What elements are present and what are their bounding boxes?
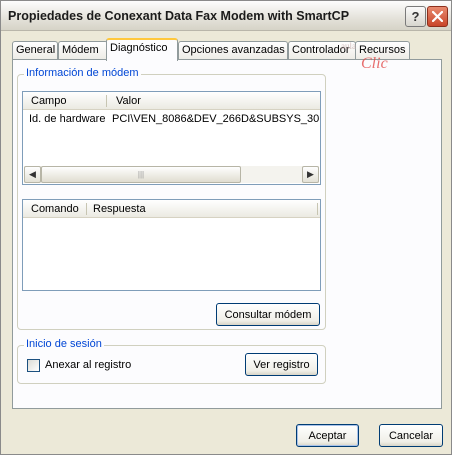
- row-campo: Id. de hardware: [29, 113, 106, 125]
- scroll-thumb[interactable]: |||: [41, 166, 241, 183]
- anexar-registro-label[interactable]: Anexar al registro: [45, 359, 131, 371]
- response-header: Comando Respuesta: [23, 200, 320, 218]
- column-valor[interactable]: Valor: [116, 95, 141, 107]
- help-button[interactable]: ?: [405, 6, 426, 27]
- title-bar[interactable]: Propiedades de Conexant Data Fax Modem w…: [1, 1, 451, 31]
- column-divider[interactable]: [317, 203, 318, 215]
- column-campo[interactable]: Campo: [31, 95, 66, 107]
- scroll-right-icon: ▶: [307, 169, 314, 179]
- scroll-left-button[interactable]: ◀: [24, 166, 41, 183]
- modem-info-legend: Información de módem: [24, 67, 141, 79]
- modem-info-group: Información de módem Campo Valor Id. de …: [17, 67, 326, 330]
- response-list[interactable]: Comando Respuesta: [22, 199, 321, 291]
- diagnostico-panel: Información de módem Campo Valor Id. de …: [12, 59, 442, 409]
- tab-opciones-avanzadas-label: Opciones avanzadas: [182, 44, 285, 56]
- tab-general[interactable]: General: [12, 41, 58, 60]
- column-divider[interactable]: [106, 95, 107, 107]
- table-row[interactable]: Id. de hardware PCI\VEN_8086&DEV_266D&SU…: [23, 112, 320, 128]
- modem-info-header: Campo Valor: [23, 92, 320, 110]
- consultar-modem-button[interactable]: Consultar módem: [216, 303, 320, 326]
- tab-modem[interactable]: Módem: [58, 41, 108, 60]
- tab-general-label: General: [16, 44, 56, 56]
- tab-modem-label: Módem: [62, 44, 99, 56]
- ver-registro-label: Ver registro: [253, 358, 310, 371]
- modem-info-list[interactable]: Campo Valor Id. de hardware PCI\VEN_8086…: [22, 91, 321, 185]
- row-valor: PCI\VEN_8086&DEV_266D&SUBSYS_30: [112, 113, 320, 125]
- ver-registro-button[interactable]: Ver registro: [245, 353, 318, 376]
- session-group: Inicio de sesión Anexar al registro Ver …: [17, 338, 326, 384]
- tab-diagnostico[interactable]: Diagnóstico: [106, 38, 178, 61]
- cancelar-label: Cancelar: [388, 429, 434, 442]
- scroll-left-icon: ◀: [29, 169, 36, 179]
- watermark-main-text: Clic: [361, 55, 388, 72]
- grip-icon: |||: [137, 170, 145, 179]
- tab-diagnostico-label: Diagnóstico: [110, 42, 168, 54]
- aceptar-button[interactable]: Aceptar: [296, 424, 359, 447]
- close-button[interactable]: [427, 6, 448, 27]
- scroll-right-button[interactable]: ▶: [302, 166, 319, 183]
- window-title: Propiedades de Conexant Data Fax Modem w…: [8, 9, 350, 23]
- column-comando[interactable]: Comando: [31, 203, 79, 215]
- tab-opciones-avanzadas[interactable]: Opciones avanzadas: [178, 41, 288, 60]
- properties-dialog: Propiedades de Conexant Data Fax Modem w…: [0, 0, 452, 455]
- watermark-small-text: aula: [341, 41, 356, 51]
- aceptar-label: Aceptar: [308, 429, 347, 442]
- column-respuesta[interactable]: Respuesta: [93, 203, 146, 215]
- consultar-modem-label: Consultar módem: [224, 308, 312, 321]
- cancelar-button[interactable]: Cancelar: [379, 424, 443, 447]
- column-divider[interactable]: [86, 203, 87, 215]
- horizontal-scrollbar[interactable]: ◀ ||| ▶: [24, 166, 319, 183]
- session-legend: Inicio de sesión: [24, 338, 104, 350]
- close-icon: [432, 11, 443, 22]
- help-icon: ?: [411, 9, 420, 24]
- anexar-registro-checkbox[interactable]: [27, 359, 40, 372]
